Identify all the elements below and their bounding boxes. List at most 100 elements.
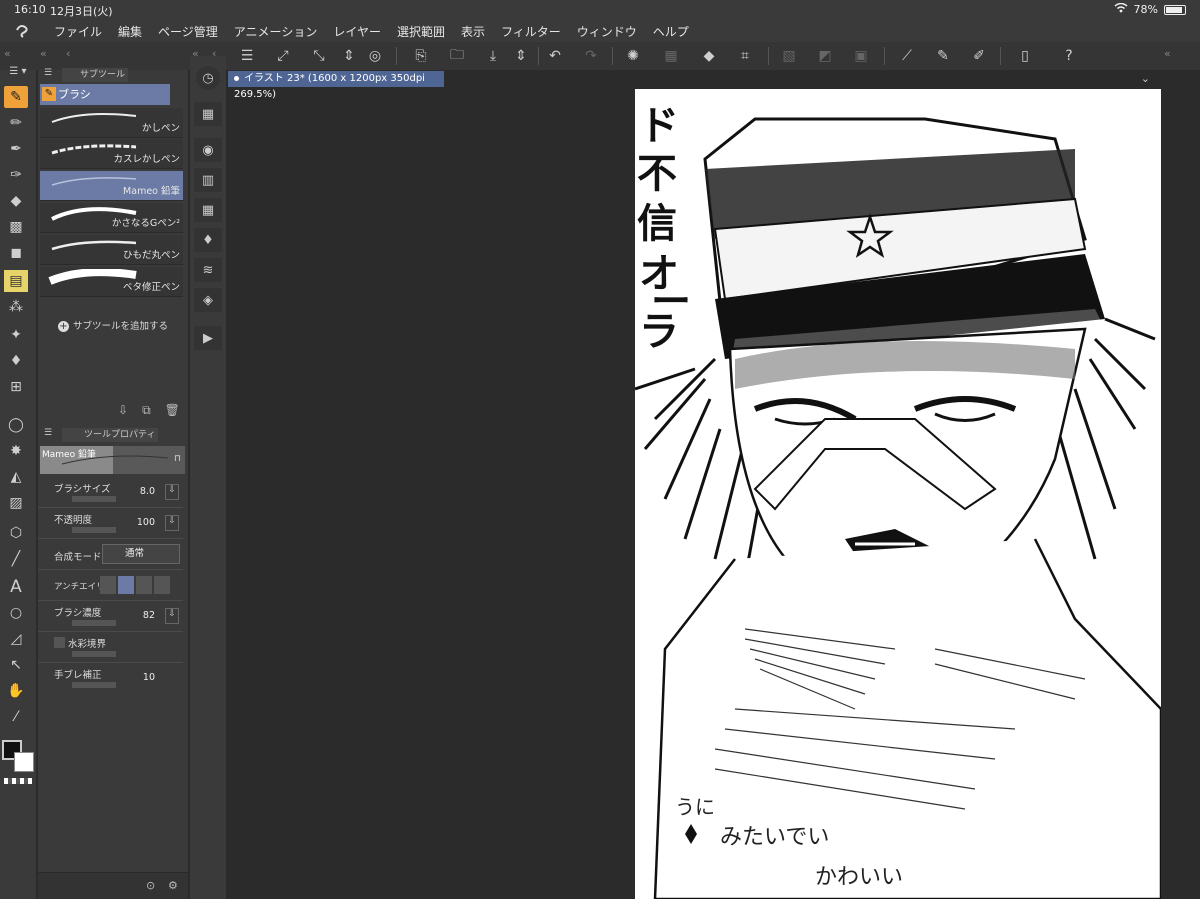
- menu-file[interactable]: ファイル: [46, 23, 110, 40]
- ink-tool-icon[interactable]: ✑: [4, 164, 28, 186]
- menu-filter[interactable]: フィルター: [493, 23, 569, 40]
- brush-size-value[interactable]: 8.0: [140, 486, 155, 497]
- help-bubble-icon[interactable]: ?: [1056, 45, 1082, 67]
- blend-mode-row[interactable]: 合成モード 通常: [38, 540, 183, 570]
- tool-property-tab[interactable]: ツールプロパティ: [62, 428, 158, 442]
- hand-tool-icon[interactable]: ✋: [4, 680, 28, 702]
- antialias-weak[interactable]: [118, 576, 134, 594]
- text-tool-icon[interactable]: A: [4, 576, 28, 598]
- layer-property-icon[interactable]: ≋: [194, 258, 222, 282]
- material-icon[interactable]: ◉: [194, 138, 222, 162]
- loading-icon[interactable]: ✺: [620, 45, 646, 67]
- 3d-object-icon[interactable]: ⬡: [4, 522, 28, 544]
- calendar-icon[interactable]: ▦: [194, 102, 222, 126]
- panel-menu-icon[interactable]: ☰: [44, 68, 52, 78]
- opacity-value[interactable]: 100: [137, 517, 155, 528]
- watercolor-checkbox[interactable]: [54, 637, 65, 648]
- transparent-color-swatch[interactable]: [4, 778, 32, 784]
- lock-icon[interactable]: ⊓: [174, 454, 181, 464]
- navigator-icon[interactable]: ◷: [196, 66, 220, 90]
- antialias-row[interactable]: アンチエイリ: [38, 571, 183, 601]
- marker-tool-icon[interactable]: ✒: [4, 138, 28, 160]
- density-value[interactable]: 82: [143, 610, 155, 621]
- grid-tool-icon[interactable]: ⊞: [4, 376, 28, 398]
- wrench-icon[interactable]: ⚙: [168, 879, 178, 892]
- menu-page[interactable]: ページ管理: [150, 23, 226, 40]
- opacity-row[interactable]: 不透明度 100 ⇩: [38, 509, 183, 539]
- initial-settings-icon[interactable]: ⊙: [146, 879, 155, 892]
- frame-tool-icon[interactable]: ◿: [4, 628, 28, 650]
- canvas-size-icon[interactable]: ⤢: [270, 45, 296, 67]
- collapse-right-icon[interactable]: «: [1164, 47, 1171, 60]
- brush-item[interactable]: カスレかしペン: [40, 139, 183, 169]
- menu-help[interactable]: ヘルプ: [645, 23, 697, 40]
- material-tool-icon[interactable]: ◼: [4, 242, 28, 264]
- spiral-icon[interactable]: ◎: [362, 45, 388, 67]
- undo-icon[interactable]: ↶: [542, 45, 568, 67]
- pattern-tool-icon[interactable]: ▩: [4, 216, 28, 238]
- import-icon[interactable]: ⇩: [118, 403, 128, 418]
- crop-icon[interactable]: ⌗: [732, 45, 758, 67]
- balloon-tool-icon[interactable]: ○: [4, 602, 28, 624]
- pencil-tool-icon[interactable]: ✏: [4, 112, 28, 134]
- opacity-slider[interactable]: [72, 527, 116, 533]
- canvas-area[interactable]: イラスト 23* (1600 x 1200px 350dpi 269.5%) ⌄…: [228, 70, 1162, 899]
- app-logo-icon[interactable]: [0, 24, 46, 38]
- layer-copy-icon[interactable]: ▦: [658, 45, 684, 67]
- chevron-left-icon[interactable]: ‹: [66, 47, 70, 60]
- selection-border-icon[interactable]: ▣: [848, 45, 874, 67]
- ink-drops-icon[interactable]: ♦: [194, 228, 222, 252]
- deselect-icon[interactable]: ▧: [776, 45, 802, 67]
- antialias-mid[interactable]: [136, 576, 152, 594]
- menu-animation[interactable]: アニメーション: [226, 23, 326, 40]
- density-row[interactable]: ブラシ濃度 82 ⇩: [38, 602, 183, 632]
- density-download-icon[interactable]: ⇩: [165, 608, 179, 624]
- watercolor-row[interactable]: 水彩境界: [38, 633, 183, 663]
- brush-size-slider[interactable]: [72, 496, 116, 502]
- airbrush-tool-icon[interactable]: ⁂: [4, 296, 28, 318]
- menu-window[interactable]: ウィンドウ: [569, 23, 645, 40]
- operation-tool-icon[interactable]: ↖: [4, 654, 28, 676]
- line-tool-icon[interactable]: ╱: [4, 548, 28, 570]
- chevron-down-icon[interactable]: ⌄: [1141, 72, 1150, 85]
- palette-tool-icon[interactable]: ▤: [4, 270, 28, 292]
- blend-mode-select[interactable]: 通常: [102, 544, 180, 564]
- antialias-options[interactable]: [100, 576, 170, 594]
- density-slider[interactable]: [72, 620, 116, 626]
- new-file-icon[interactable]: ⎘: [408, 45, 434, 67]
- document-tab[interactable]: イラスト 23* (1600 x 1200px 350dpi 269.5%): [228, 71, 444, 100]
- sub-color-swatch[interactable]: [14, 752, 34, 772]
- tool-menu-icon[interactable]: ☰ ▾: [2, 60, 34, 82]
- canvas-paper[interactable]: ド 不 信 オ ー ラ うに みたいでい かわいい: [635, 89, 1161, 899]
- redo-icon[interactable]: ↷: [578, 45, 604, 67]
- ruler-icon[interactable]: ⟋: [894, 45, 920, 67]
- stabilizer-value[interactable]: 10: [143, 672, 155, 683]
- brush-item[interactable]: ひもだ丸ペン: [40, 235, 183, 265]
- brush-settings-icon[interactable]: ✎: [930, 45, 956, 67]
- filmstrip-icon[interactable]: ▥: [194, 168, 222, 192]
- trash-icon[interactable]: 🗑: [165, 403, 180, 418]
- eyedropper-tool-icon[interactable]: ⁄: [4, 706, 28, 728]
- pen-tool-icon[interactable]: ✎: [4, 86, 28, 108]
- stepper-icon[interactable]: ⇕: [336, 45, 362, 67]
- collapse-left-icon[interactable]: «: [4, 47, 11, 60]
- antialias-none[interactable]: [100, 576, 116, 594]
- fill-icon[interactable]: ◆: [696, 45, 722, 67]
- brush-item[interactable]: かしペン: [40, 108, 183, 138]
- stabilizer-row[interactable]: 手ブレ補正 10: [38, 664, 183, 694]
- brush-size-download-icon[interactable]: ⇩: [165, 484, 179, 500]
- sparkle-tool-icon[interactable]: ✦: [4, 324, 28, 346]
- menu-view[interactable]: 表示: [453, 23, 493, 40]
- blend-tool-icon[interactable]: ♦: [4, 350, 28, 372]
- invert-selection-icon[interactable]: ◩: [812, 45, 838, 67]
- watercolor-slider[interactable]: [72, 651, 116, 657]
- hamburger-menu-icon[interactable]: ☰: [234, 45, 260, 67]
- duplicate-icon[interactable]: ⧉: [142, 403, 151, 418]
- save-icon[interactable]: ⤓: [480, 45, 506, 67]
- menu-edit[interactable]: 編集: [110, 23, 150, 40]
- open-folder-icon[interactable]: 🗀: [444, 45, 470, 67]
- menu-layer[interactable]: レイヤー: [325, 23, 389, 40]
- stepper2-icon[interactable]: ⇕: [508, 45, 534, 67]
- menu-selection[interactable]: 選択範囲: [389, 23, 453, 40]
- stabilizer-slider[interactable]: [72, 682, 116, 688]
